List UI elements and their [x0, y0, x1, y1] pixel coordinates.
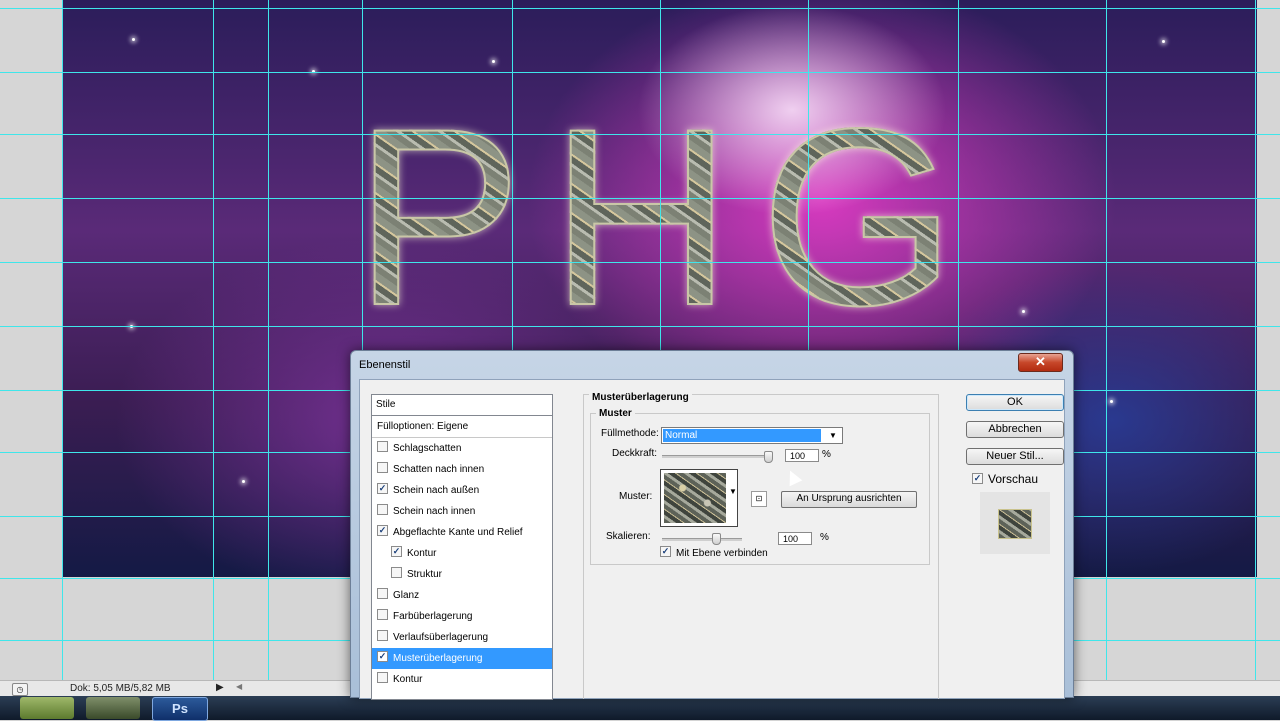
scale-slider[interactable] [662, 538, 742, 541]
checkbox[interactable] [391, 546, 402, 557]
checkbox[interactable] [377, 504, 388, 515]
style-item-satin[interactable]: Glanz [372, 585, 552, 606]
guide-horizontal[interactable] [0, 134, 1280, 135]
opacity-slider-thumb[interactable] [764, 451, 773, 463]
scale-label: Skalieren: [606, 531, 651, 542]
guide-horizontal[interactable] [0, 326, 1280, 327]
blend-mode-select[interactable]: Normal ▼ [661, 427, 843, 444]
star [1162, 40, 1165, 43]
scale-slider-thumb[interactable] [712, 533, 721, 545]
layer-style-dialog: Ebenenstil ✕ Stile Fülloptionen: Eigene … [350, 350, 1074, 700]
taskbar: Ps [0, 696, 1280, 721]
style-item-inner-glow[interactable]: Schein nach innen [372, 501, 552, 522]
style-item-label: Musterüberlagerung [393, 653, 483, 664]
taskbar-app-icon[interactable] [86, 697, 140, 719]
guide-horizontal[interactable] [0, 262, 1280, 263]
style-item-color-overlay[interactable]: Farbüberlagerung [372, 606, 552, 627]
style-item-gradient-overlay[interactable]: Verlaufsüberlagerung [372, 627, 552, 648]
style-item-label: Kontur [407, 548, 437, 559]
artwork-text: PHG [353, 77, 985, 358]
style-item-pattern-overlay[interactable]: Musterüberlagerung [372, 648, 552, 669]
style-item-label: Schein nach außen [393, 485, 480, 496]
scroll-left-icon[interactable]: ◀ [236, 682, 242, 691]
taskbar-app-icon[interactable] [20, 697, 74, 719]
style-item-texture[interactable]: Struktur [372, 564, 552, 585]
dialog-title: Ebenenstil [359, 359, 411, 371]
preview-thumbnail [998, 509, 1032, 539]
status-arrow-icon[interactable]: ▶ [216, 682, 224, 693]
style-item-contour[interactable]: Kontur [372, 543, 552, 564]
checkbox[interactable] [377, 609, 388, 620]
snap-to-origin-button[interactable]: An Ursprung ausrichten [781, 491, 917, 508]
taskbar-photoshop-button[interactable]: Ps [152, 697, 208, 721]
scale-input[interactable]: 100 [778, 532, 812, 545]
style-item-label: Glanz [393, 590, 420, 601]
guide-horizontal[interactable] [0, 72, 1280, 73]
scale-unit: % [820, 532, 829, 543]
style-item-label: Schein nach innen [393, 506, 476, 517]
preview-option[interactable]: Vorschau [972, 472, 1038, 486]
checkbox[interactable] [660, 546, 671, 557]
star [242, 480, 245, 483]
checkbox[interactable] [377, 630, 388, 641]
star [132, 38, 135, 41]
style-item-stroke[interactable]: Kontur [372, 669, 552, 690]
link-with-layer-option[interactable]: Mit Ebene verbinden [660, 546, 768, 559]
style-item-label: Farbüberlagerung [393, 611, 473, 622]
star [1110, 400, 1113, 403]
style-item-bevel-emboss[interactable]: Abgeflachte Kante und Relief [372, 522, 552, 543]
style-item-label: Kontur [393, 674, 423, 685]
blend-mode-label: Füllmethode: [601, 428, 659, 439]
style-preview [980, 492, 1050, 554]
checkbox[interactable] [391, 567, 402, 578]
star [1022, 310, 1025, 313]
chevron-down-icon[interactable]: ▼ [826, 430, 840, 441]
preview-label: Vorschau [988, 472, 1039, 486]
pattern-dropdown-icon[interactable]: ▼ [729, 487, 737, 496]
style-item-drop-shadow[interactable]: Schlagschatten [372, 438, 552, 459]
style-item-label: Schatten nach innen [393, 464, 485, 475]
opacity-label: Deckkraft: [612, 448, 658, 459]
style-item-label: Abgeflachte Kante und Relief [393, 527, 523, 538]
style-item-label: Verlaufsüberlagerung [393, 632, 489, 643]
checkbox[interactable] [377, 441, 388, 452]
opacity-slider[interactable] [662, 455, 772, 458]
fill-options-item[interactable]: Fülloptionen: Eigene [372, 416, 552, 438]
pattern-label: Muster: [619, 491, 653, 502]
blend-mode-value: Normal [663, 429, 821, 442]
style-item-label: Schlagschatten [393, 443, 462, 454]
doc-size-info[interactable]: Dok: 5,05 MB/5,82 MB [70, 683, 171, 694]
group-title: Muster [596, 408, 635, 419]
opacity-unit: % [822, 449, 831, 460]
ok-button[interactable]: OK [966, 394, 1064, 411]
status-icon[interactable]: ◷ [12, 683, 28, 696]
dialog-body: Stile Fülloptionen: Eigene Schlagschatte… [359, 379, 1065, 700]
style-item-inner-shadow[interactable]: Schatten nach innen [372, 459, 552, 480]
cancel-button[interactable]: Abbrechen [966, 421, 1064, 438]
checkbox[interactable] [377, 588, 388, 599]
opacity-input[interactable]: 100 [785, 449, 819, 462]
style-item-outer-glow[interactable]: Schein nach außen [372, 480, 552, 501]
checkbox[interactable] [377, 651, 388, 662]
close-button[interactable]: ✕ [1018, 353, 1063, 372]
guide-horizontal[interactable] [0, 8, 1280, 9]
styles-list: Stile Fülloptionen: Eigene Schlagschatte… [371, 394, 553, 700]
styles-header[interactable]: Stile [372, 395, 552, 416]
link-with-layer-label: Mit Ebene verbinden [676, 548, 768, 559]
checkbox[interactable] [377, 462, 388, 473]
checkbox[interactable] [377, 483, 388, 494]
checkbox[interactable] [377, 525, 388, 536]
new-pattern-icon[interactable]: ⊡ [751, 491, 767, 507]
guide-horizontal[interactable] [0, 198, 1280, 199]
style-item-label: Struktur [407, 569, 443, 580]
pattern-thumbnail [664, 473, 726, 523]
checkbox[interactable] [377, 672, 388, 683]
new-style-button[interactable]: Neuer Stil... [966, 448, 1064, 465]
section-title: Musterüberlagerung [589, 392, 692, 403]
pattern-swatch[interactable] [660, 469, 738, 527]
checkbox[interactable] [972, 473, 983, 484]
star [492, 60, 495, 63]
